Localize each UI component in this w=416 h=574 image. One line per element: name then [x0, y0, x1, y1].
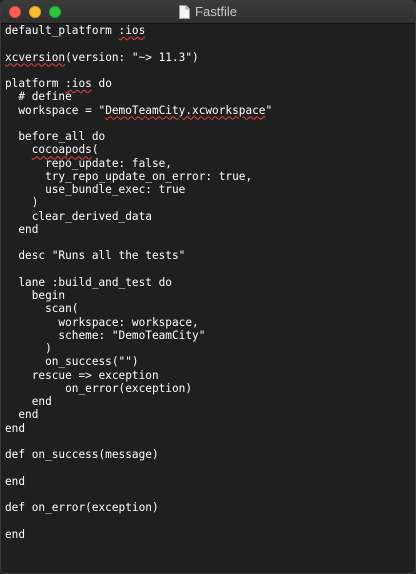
code-line[interactable]: on_error(exception)	[5, 382, 415, 395]
code-line[interactable]: try_repo_update_on_error: true,	[5, 170, 415, 183]
code-line[interactable]: xcversion(version: "~> 11.3")	[5, 51, 415, 64]
misspelled-token: DemoTeamCity.xcworkspace	[105, 103, 266, 117]
code-text[interactable]: default_platform :ios xcversion(version:…	[1, 24, 415, 541]
code-line[interactable]	[5, 117, 415, 130]
code-token: )	[5, 196, 39, 210]
code-token: (version: "~> 11.3")	[65, 50, 199, 64]
code-editor[interactable]: default_platform :ios xcversion(version:…	[1, 24, 415, 572]
code-token: begin	[5, 289, 66, 302]
code-line[interactable]	[5, 488, 415, 501]
code-token: )	[5, 342, 52, 355]
code-token: on_error(exception)	[5, 381, 193, 395]
code-line[interactable]: cocoapods(	[5, 143, 415, 156]
misspelled-token: :ios	[118, 24, 146, 37]
code-token: scheme: "DemoTeamCity"	[5, 328, 206, 342]
code-line[interactable]	[5, 236, 415, 249]
code-line[interactable]: repo_update: false,	[5, 157, 415, 170]
window-title: Fastfile	[195, 4, 237, 19]
code-line[interactable]: platform :ios do	[5, 77, 415, 90]
code-token: lane :build_and_test do	[5, 275, 172, 289]
code-line[interactable]: clear_derived_data	[5, 210, 415, 223]
code-token: repo_update: false,	[5, 156, 172, 170]
code-token: scan(	[5, 302, 79, 316]
code-token: desc "Runs all the tests"	[5, 249, 186, 263]
code-token: end	[5, 421, 26, 435]
code-line[interactable]: lane :build_and_test do	[5, 276, 415, 289]
code-token: use_bundle_exec: true	[5, 183, 186, 196]
code-token: platform	[5, 77, 66, 90]
code-line[interactable]: rescue => exception	[5, 369, 415, 382]
code-line[interactable]	[5, 263, 415, 276]
code-token: clear_derived_data	[5, 209, 152, 223]
code-line[interactable]: end	[5, 395, 415, 408]
close-window-button[interactable]	[9, 6, 21, 18]
code-token: workspace = "	[5, 103, 106, 117]
window-title-area: Fastfile	[1, 1, 415, 23]
code-line[interactable]: end	[5, 422, 415, 435]
code-token: do	[91, 77, 112, 90]
misspelled-token: xcversion	[5, 50, 66, 64]
code-token: end	[5, 474, 26, 488]
code-token: workspace: workspace,	[5, 315, 199, 329]
window-titlebar[interactable]: Fastfile	[1, 1, 415, 24]
code-token: rescue => exception	[5, 368, 159, 382]
code-token: end	[5, 395, 52, 408]
code-line[interactable]: end	[5, 475, 415, 488]
fastfile-window: Fastfile default_platform :ios xcversion…	[0, 0, 416, 574]
code-line[interactable]: def on_error(exception)	[5, 501, 415, 514]
code-token: on_success("")	[5, 355, 139, 369]
code-line[interactable]: # define	[5, 90, 415, 103]
misspelled-token: cocoapods	[31, 143, 92, 157]
misspelled-token: :ios	[65, 77, 92, 90]
code-line[interactable]	[5, 435, 415, 448]
code-token: # define	[5, 90, 72, 104]
code-line[interactable]: end	[5, 528, 415, 541]
code-line[interactable]: )	[5, 196, 415, 209]
code-line[interactable]: desc "Runs all the tests"	[5, 249, 415, 262]
code-line[interactable]: def on_success(message)	[5, 448, 415, 461]
code-token: end	[5, 527, 26, 541]
code-line[interactable]: scheme: "DemoTeamCity"	[5, 329, 415, 342]
code-line[interactable]: end	[5, 223, 415, 236]
code-line[interactable]: begin	[5, 289, 415, 302]
code-token: "	[265, 103, 273, 117]
code-line[interactable]	[5, 514, 415, 527]
document-icon	[179, 5, 191, 19]
code-line[interactable]: before_all do	[5, 130, 415, 143]
code-line[interactable]: on_success("")	[5, 355, 415, 368]
code-token: try_repo_update_on_error: true,	[5, 169, 253, 183]
code-line[interactable]: )	[5, 342, 415, 355]
code-line[interactable]: workspace = "DemoTeamCity.xcworkspace"	[5, 104, 415, 117]
code-line[interactable]	[5, 461, 415, 474]
code-line[interactable]: default_platform :ios	[5, 24, 415, 37]
code-line[interactable]: use_bundle_exec: true	[5, 183, 415, 196]
code-line[interactable]: workspace: workspace,	[5, 316, 415, 329]
code-token: def on_error(exception)	[5, 501, 159, 514]
code-line[interactable]	[5, 64, 415, 77]
minimize-window-button[interactable]	[29, 6, 41, 18]
code-line[interactable]	[5, 37, 415, 50]
code-token: end	[5, 408, 39, 422]
code-token: (	[91, 143, 99, 157]
code-line[interactable]: end	[5, 408, 415, 421]
code-token: before_all do	[5, 130, 106, 143]
zoom-window-button[interactable]	[49, 6, 61, 18]
code-token: end	[5, 222, 39, 236]
code-line[interactable]: scan(	[5, 302, 415, 315]
code-token: default_platform	[5, 24, 119, 37]
code-token: def on_success(message)	[5, 448, 159, 461]
